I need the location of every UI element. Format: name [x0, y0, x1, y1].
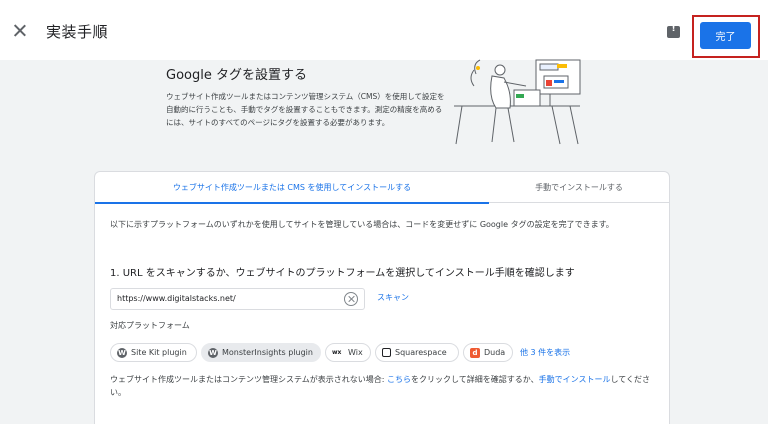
person-at-desk-illustration [454, 59, 581, 145]
url-input[interactable]: https://www.digitalstacks.net/ [110, 288, 365, 310]
wordpress-icon: W [208, 347, 218, 358]
chip-duda[interactable]: d Duda [463, 343, 513, 362]
chip-label: Squarespace [395, 348, 447, 357]
footer-help-text: ウェブサイト作成ツールまたはコンテンツ管理システムが表示されない場合: こちらを… [110, 373, 660, 399]
tab-website-builder[interactable]: ウェブサイト作成ツールまたは CMS を使用してインストールする [95, 172, 489, 204]
manual-install-link[interactable]: 手動でインストール [539, 375, 611, 384]
platforms-label: 対応プラットフォーム [110, 321, 190, 330]
chip-label: Duda [484, 348, 506, 357]
clear-icon[interactable] [344, 292, 358, 306]
close-icon[interactable] [12, 23, 28, 39]
footer-middle: をクリックして詳細を確認するか、 [411, 375, 539, 384]
learn-more-link[interactable]: こちら [387, 375, 411, 384]
chip-site-kit[interactable]: W Site Kit plugin [110, 343, 197, 362]
intro-text: 以下に示すプラットフォームのいずれかを使用してサイトを管理している場合は、コード… [110, 220, 614, 229]
chip-label: MonsterInsights plugin [222, 348, 313, 357]
install-card: ウェブサイト作成ツールまたは CMS を使用してインストールする 手動でインスト… [94, 171, 670, 424]
show-more-link[interactable]: 他 3 件を表示 [520, 347, 570, 358]
done-button-highlight: 完了 [692, 15, 760, 58]
feedback-icon[interactable] [667, 24, 680, 38]
hero-description: ウェブサイト作成ツールまたはコンテンツ管理システム（CMS）を使用して設定を自動… [166, 92, 445, 127]
chip-squarespace[interactable]: Squarespace [375, 343, 459, 362]
hero-title: Google タグを設置する [166, 68, 307, 83]
page-title: 実装手順 [46, 23, 109, 41]
chip-wix[interactable]: wx Wix [325, 343, 371, 362]
chip-label: Wix [348, 348, 363, 357]
url-input-value[interactable]: https://www.digitalstacks.net/ [117, 294, 236, 303]
platform-chips: W Site Kit plugin W MonsterInsights plug… [110, 343, 670, 363]
chip-label: Site Kit plugin [131, 348, 187, 357]
done-button[interactable]: 完了 [700, 22, 751, 49]
step-heading: 1. URL をスキャンするか、ウェブサイトのプラットフォームを選択してインスト… [110, 268, 575, 279]
duda-icon: d [470, 347, 480, 358]
scan-button[interactable]: スキャン [377, 292, 409, 303]
tab-manual-install[interactable]: 手動でインストールする [489, 172, 669, 203]
chip-monsterinsights[interactable]: W MonsterInsights plugin [201, 343, 321, 362]
footer-prefix: ウェブサイト作成ツールまたはコンテンツ管理システムが表示されない場合: [110, 375, 387, 384]
wix-icon: wx [332, 348, 342, 356]
install-tabs: ウェブサイト作成ツールまたは CMS を使用してインストールする 手動でインスト… [95, 172, 669, 204]
squarespace-icon [382, 348, 391, 357]
top-bar: 実装手順 完了 [0, 0, 768, 60]
wordpress-icon: W [117, 347, 127, 358]
